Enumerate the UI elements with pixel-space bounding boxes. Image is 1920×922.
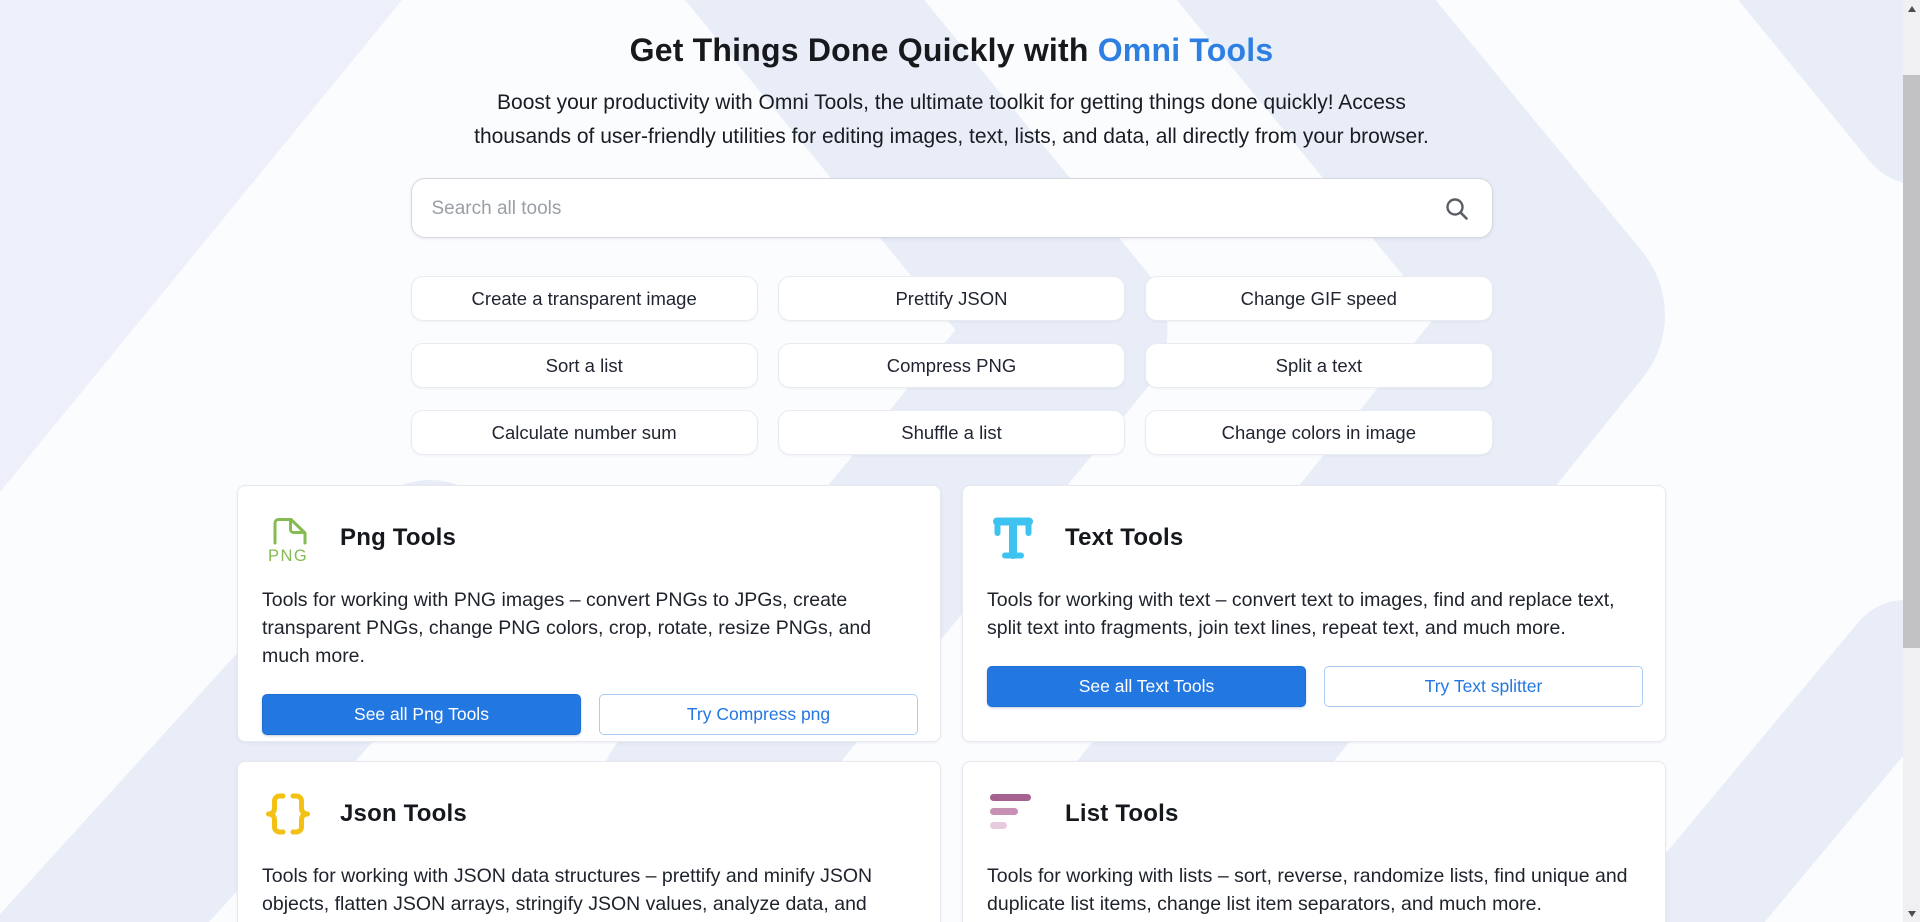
try-text-splitter-button[interactable]: Try Text splitter [1324, 666, 1643, 707]
letter-t-icon [987, 512, 1039, 564]
page: Get Things Done Quickly with Omni Tools … [0, 0, 1920, 922]
search-icon[interactable] [1444, 196, 1470, 222]
quick-tool-button[interactable]: Create a transparent image [411, 276, 758, 321]
see-all-text-tools-button[interactable]: See all Text Tools [987, 666, 1306, 707]
json-tools-card: Json Tools Tools for working with JSON d… [237, 761, 941, 922]
hero-subtitle-line: Boost your productivity with Omni Tools,… [0, 86, 1903, 120]
card-title: Png Tools [340, 524, 456, 552]
card-title: Text Tools [1065, 524, 1183, 552]
quick-tools-grid: Create a transparent image Prettify JSON… [411, 276, 1493, 455]
scroll-up-button[interactable] [1903, 0, 1920, 17]
card-actions: See all Text Tools Try Text splitter [987, 666, 1643, 707]
quick-tool-button[interactable]: Shuffle a list [778, 410, 1125, 455]
quick-tool-button[interactable]: Change GIF speed [1145, 276, 1492, 321]
page-title-text: Get Things Done Quickly with [630, 32, 1098, 68]
card-header: Json Tools [262, 788, 918, 840]
list-tools-card: List Tools Tools for working with lists … [962, 761, 1666, 922]
card-actions: See all Png Tools Try Compress png [262, 694, 918, 735]
card-header: Text Tools [987, 512, 1643, 564]
scroll-thumb[interactable] [1903, 75, 1920, 648]
quick-tool-button[interactable]: Sort a list [411, 343, 758, 388]
quick-tool-button[interactable]: Split a text [1145, 343, 1492, 388]
svg-text:PNG: PNG [268, 547, 308, 564]
card-description: Tools for working with PNG images – conv… [262, 586, 918, 670]
png-tools-card: PNG Png Tools Tools for working with PNG… [237, 485, 941, 742]
card-description: Tools for working with JSON data structu… [262, 862, 918, 922]
search-input[interactable] [430, 179, 1414, 239]
text-tools-card: Text Tools Tools for working with text –… [962, 485, 1666, 742]
tool-cards-grid: PNG Png Tools Tools for working with PNG… [237, 485, 1666, 922]
try-compress-png-button[interactable]: Try Compress png [599, 694, 918, 735]
card-title: List Tools [1065, 800, 1179, 828]
quick-tool-button[interactable]: Calculate number sum [411, 410, 758, 455]
quick-tool-button[interactable]: Prettify JSON [778, 276, 1125, 321]
page-title: Get Things Done Quickly with Omni Tools [0, 28, 1903, 72]
quick-tool-button[interactable]: Change colors in image [1145, 410, 1492, 455]
list-lines-icon [987, 788, 1039, 840]
hero-subtitle: Boost your productivity with Omni Tools,… [0, 86, 1903, 154]
hero-section: Get Things Done Quickly with Omni Tools … [0, 0, 1903, 154]
card-header: List Tools [987, 788, 1643, 840]
card-description: Tools for working with text – convert te… [987, 586, 1643, 642]
see-all-png-tools-button[interactable]: See all Png Tools [262, 694, 581, 735]
search-bar [411, 178, 1493, 238]
hero-subtitle-line: thousands of user-friendly utilities for… [0, 120, 1903, 154]
brand-link[interactable]: Omni Tools [1098, 32, 1274, 68]
scroll-down-button[interactable] [1903, 905, 1920, 922]
scrollbar[interactable] [1903, 0, 1920, 922]
card-header: PNG Png Tools [262, 512, 918, 564]
quick-tool-button[interactable]: Compress PNG [778, 343, 1125, 388]
card-title: Json Tools [340, 800, 467, 828]
png-file-icon: PNG [262, 512, 314, 564]
card-description: Tools for working with lists – sort, rev… [987, 862, 1643, 918]
curly-braces-icon [262, 788, 314, 840]
